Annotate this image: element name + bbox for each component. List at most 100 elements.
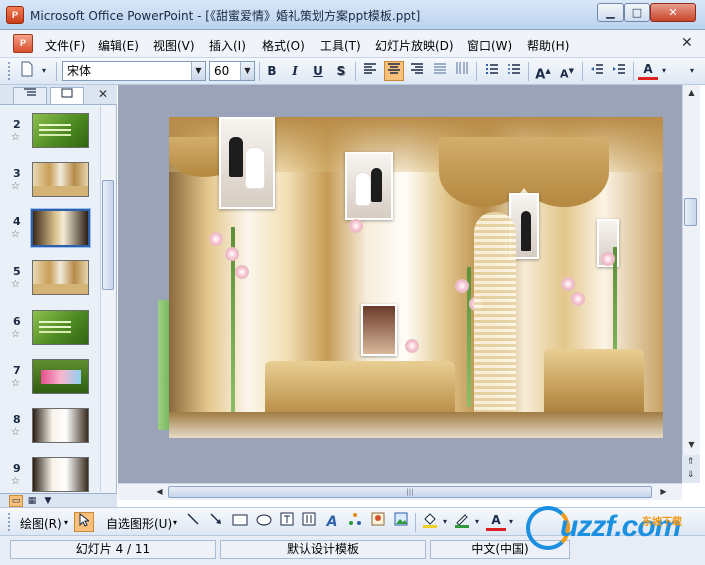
increase-font-size-icon[interactable]: A▲ (533, 61, 553, 82)
minimize-button[interactable]: ▁ (597, 3, 624, 22)
menu-edit[interactable]: 编辑(E) (98, 37, 139, 54)
slide-thumbnail-5[interactable] (32, 260, 89, 295)
chevron-down-icon[interactable]: ▾ (64, 518, 68, 527)
italic-button[interactable]: I (285, 61, 305, 81)
slide-thumbnail-2[interactable] (32, 113, 89, 148)
chevron-down-icon[interactable]: ▾ (440, 512, 450, 532)
slides-tab[interactable] (50, 87, 84, 104)
vertical-scrollbar[interactable]: ▲ ▼ (682, 85, 700, 483)
font-color-button[interactable]: A (638, 61, 658, 80)
slide-number: 5 (13, 265, 21, 278)
fill-color-icon[interactable] (420, 512, 440, 532)
shadow-button[interactable]: S (331, 61, 351, 81)
slides-pane-scroll-thumb[interactable] (102, 180, 114, 290)
outline-tab[interactable] (13, 87, 47, 104)
slide-thumbnail-7[interactable] (32, 359, 89, 394)
oval-tool-icon[interactable] (254, 512, 274, 532)
scroll-up-icon[interactable]: ▲ (684, 85, 699, 100)
menu-view[interactable]: 视图(V) (153, 37, 195, 54)
horizontal-scroll-thumb[interactable]: ||| (168, 486, 652, 498)
wordart-icon[interactable]: A (322, 512, 342, 532)
text-box-icon[interactable] (277, 512, 297, 532)
menu-insert[interactable]: 插入(I) (209, 37, 246, 54)
distribute-vertical-icon[interactable] (452, 61, 472, 81)
align-left-icon[interactable] (360, 61, 380, 81)
draw-font-color-button[interactable]: A (486, 512, 506, 531)
bulleted-list-icon[interactable] (504, 61, 524, 81)
clip-art-icon[interactable] (368, 512, 388, 532)
powerpoint-app-icon[interactable]: P (6, 6, 24, 24)
view-buttons: ▭ ▦ ▼ (0, 493, 117, 507)
slide-thumbnail-4[interactable] (30, 208, 91, 248)
status-design-template[interactable]: 默认设计模板 (220, 540, 426, 559)
menu-file[interactable]: 文件(F) (45, 37, 85, 54)
underline-button[interactable]: U (308, 61, 328, 81)
toolbar-separator (476, 62, 477, 81)
scroll-down-icon[interactable]: ▼ (684, 437, 699, 452)
chevron-down-icon[interactable]: ▾ (506, 512, 516, 532)
slide-thumbnail-6[interactable] (32, 310, 89, 345)
chevron-down-icon[interactable]: ▼ (240, 62, 254, 80)
toolbar-options-chevron-icon[interactable]: ▾ (686, 61, 698, 81)
toolbar-separator (582, 62, 583, 81)
maximize-button[interactable]: □ (624, 3, 650, 22)
current-slide-canvas[interactable] (169, 117, 663, 438)
distribute-horizontal-icon[interactable] (430, 61, 450, 81)
next-slide-icon[interactable]: ⇓ (683, 468, 698, 483)
font-size-combo[interactable]: 60 ▼ (209, 61, 255, 81)
menu-format[interactable]: 格式(O) (262, 37, 305, 54)
chevron-down-icon[interactable]: ▾ (472, 512, 482, 532)
horizontal-scrollbar[interactable]: ◀ ||| ▶ (118, 483, 682, 500)
diagram-icon[interactable] (345, 512, 365, 532)
slides-pane-scrollbar[interactable] (100, 106, 115, 492)
rectangle-tool-icon[interactable] (230, 512, 250, 532)
document-icon[interactable]: P (13, 34, 33, 53)
font-name-combo[interactable]: 宋体 ▼ (62, 61, 206, 81)
status-slide-count: 幻灯片 4 / 11 (10, 540, 216, 559)
menu-tools[interactable]: 工具(T) (320, 37, 361, 54)
autoshapes-menu-button[interactable]: 自选图形(U) (106, 515, 172, 532)
align-center-icon[interactable] (384, 61, 404, 81)
slide-photo-dress (355, 172, 371, 206)
line-tool-icon[interactable] (183, 512, 203, 532)
insert-picture-icon[interactable] (391, 512, 411, 532)
slide-photo-couple (345, 152, 393, 220)
vertical-scroll-thumb[interactable] (684, 198, 697, 226)
close-document-icon[interactable]: ✕ (681, 35, 693, 51)
numbered-list-icon[interactable] (482, 61, 502, 81)
toolbar-grip[interactable] (8, 62, 11, 80)
decrease-indent-icon[interactable] (587, 61, 607, 81)
scroll-left-icon[interactable]: ◀ (152, 484, 167, 499)
arrow-tool-icon[interactable] (206, 512, 226, 532)
menu-window[interactable]: 窗口(W) (467, 37, 512, 54)
increase-indent-icon[interactable] (609, 61, 629, 81)
slide-thumbnail-9[interactable] (32, 457, 89, 492)
toolbar-grip[interactable] (8, 513, 11, 531)
vertical-text-box-icon[interactable] (299, 512, 319, 532)
slideshow-view-icon[interactable]: ▼ (41, 495, 55, 507)
toolbar-options-chevron-icon[interactable]: ▾ (38, 61, 50, 81)
chevron-down-icon[interactable]: ▾ (173, 518, 177, 527)
chevron-down-icon[interactable]: ▾ (659, 61, 669, 81)
normal-view-icon[interactable]: ▭ (9, 495, 23, 507)
slide-thumbnail-8[interactable] (32, 408, 89, 443)
menu-help[interactable]: 帮助(H) (527, 37, 569, 54)
toolbar-separator (633, 62, 634, 81)
chevron-down-icon[interactable]: ▼ (191, 62, 205, 80)
new-slide-icon[interactable] (17, 61, 37, 81)
line-color-icon[interactable] (452, 512, 472, 532)
menu-slideshow[interactable]: 幻灯片放映(D) (375, 37, 454, 54)
slide-sorter-view-icon[interactable]: ▦ (25, 495, 39, 507)
draw-menu-button[interactable]: 绘图(R) (20, 515, 62, 532)
close-window-button[interactable]: ✕ (650, 3, 696, 22)
slide-thumbnail-3[interactable] (32, 162, 89, 197)
slide-number: 9 (13, 462, 21, 475)
align-right-icon[interactable] (407, 61, 427, 81)
bold-button[interactable]: B (262, 61, 282, 81)
scroll-right-icon[interactable]: ▶ (656, 484, 671, 499)
slide-transition-star-icon: ☆ (11, 378, 20, 389)
decrease-font-size-icon[interactable]: A▼ (557, 61, 577, 81)
select-pointer-icon[interactable] (74, 512, 94, 532)
slide-transition-star-icon: ☆ (11, 329, 20, 340)
close-pane-icon[interactable]: ✕ (98, 87, 108, 101)
